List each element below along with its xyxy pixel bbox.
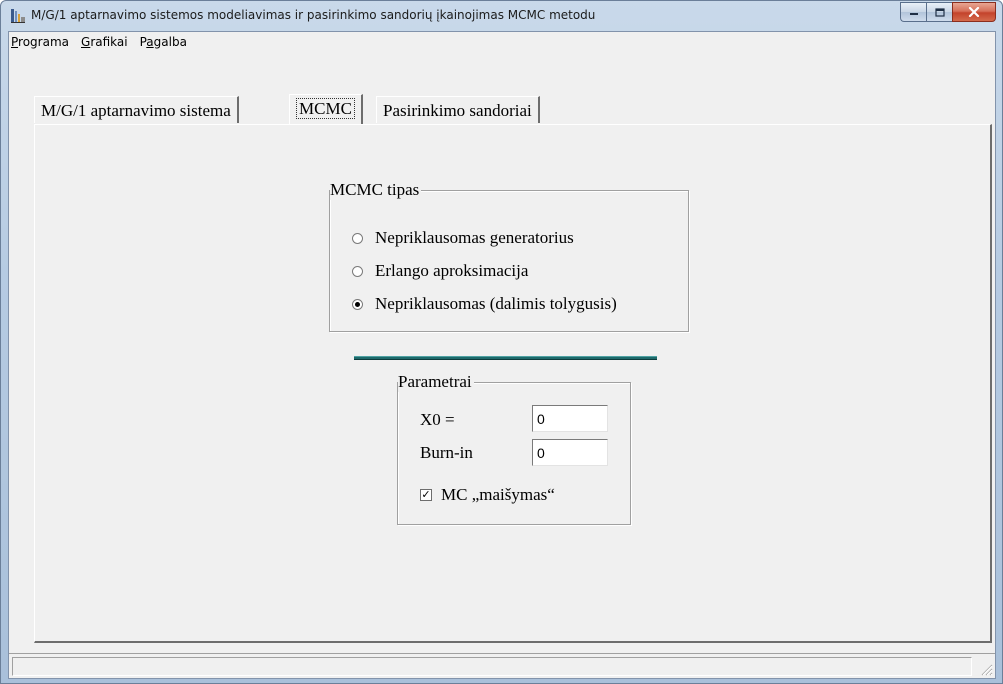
menu-pagalba[interactable]: Pagalba	[134, 32, 193, 52]
resize-grip-icon[interactable]	[979, 662, 993, 676]
menu-bar: Programa Grafikai Pagalba	[9, 32, 995, 52]
mcmc-type-legend: MCMC tipas	[330, 180, 422, 200]
x0-label: X0 =	[420, 410, 455, 429]
tab-mg1-system[interactable]: M/G/1 aptarnavimo sistema	[34, 96, 239, 123]
tab-mcmc[interactable]: MCMC	[289, 94, 363, 124]
app-icon	[11, 9, 25, 23]
tab-mg1-system-label: M/G/1 aptarnavimo sistema	[41, 101, 231, 120]
mcmc-type-group: MCMC tipas Nepriklausomas generatorius E…	[329, 180, 689, 332]
title-bar[interactable]: M/G/1 aptarnavimo sistemos modeliavimas …	[1, 1, 1002, 31]
close-icon	[968, 7, 980, 17]
tab-options[interactable]: Pasirinkimo sandoriai	[376, 96, 540, 123]
app-window: M/G/1 aptarnavimo sistemos modeliavimas …	[0, 0, 1003, 684]
close-button[interactable]	[952, 2, 996, 22]
radio-label: Nepriklausomas generatorius	[375, 228, 574, 247]
radio-label: Nepriklausomas (dalimis tolygusis)	[375, 294, 617, 313]
radio-option-erlang[interactable]: Erlango aproksimacija	[352, 260, 528, 282]
separator-bar	[354, 356, 657, 360]
radio-option-independent-generator[interactable]: Nepriklausomas generatorius	[352, 227, 574, 249]
burnin-label: Burn-in	[420, 443, 473, 462]
parameters-group: Parametrai X0 = Burn-in ✓ MC „maišymas“	[397, 372, 631, 525]
menu-grafikai[interactable]: Grafikai	[75, 32, 134, 52]
maximize-button[interactable]	[926, 2, 952, 22]
parameters-legend: Parametrai	[398, 372, 474, 392]
tab-mcmc-label: MCMC	[296, 98, 355, 119]
menu-programa-rest: rograma	[18, 35, 69, 49]
burnin-input[interactable]	[532, 439, 608, 466]
menu-programa[interactable]: Programa	[9, 32, 75, 52]
tab-options-label: Pasirinkimo sandoriai	[383, 101, 532, 120]
radio-button[interactable]	[352, 265, 363, 277]
menu-pagalba-rest: galba	[153, 35, 187, 49]
menu-grafikai-rest: rafikai	[90, 35, 128, 49]
status-panel	[12, 657, 972, 676]
caption-buttons	[900, 2, 996, 22]
menu-grafikai-accel: G	[81, 35, 91, 49]
client-area: Programa Grafikai Pagalba M/G/1 aptarnav…	[8, 31, 996, 679]
radio-label: Erlango aproksimacija	[375, 261, 529, 280]
menu-pagalba-accel: a	[146, 35, 154, 49]
radio-option-independent-piecewise[interactable]: Nepriklausomas (dalimis tolygusis)	[352, 293, 617, 315]
x0-input[interactable]	[532, 405, 608, 432]
window-title: M/G/1 aptarnavimo sistemos modeliavimas …	[31, 8, 596, 22]
minimize-button[interactable]	[900, 2, 926, 22]
mc-mixing-checkbox-row[interactable]: ✓ MC „maišymas“	[420, 485, 555, 505]
minimize-icon	[909, 13, 918, 15]
radio-button-selected[interactable]	[352, 298, 363, 310]
mc-mixing-label: MC „maišymas“	[441, 485, 555, 504]
status-bar	[9, 653, 995, 678]
menu-programa-accel: P	[11, 35, 19, 49]
maximize-icon	[934, 7, 945, 17]
mc-mixing-checkbox[interactable]: ✓	[420, 489, 432, 501]
radio-button[interactable]	[352, 232, 363, 244]
